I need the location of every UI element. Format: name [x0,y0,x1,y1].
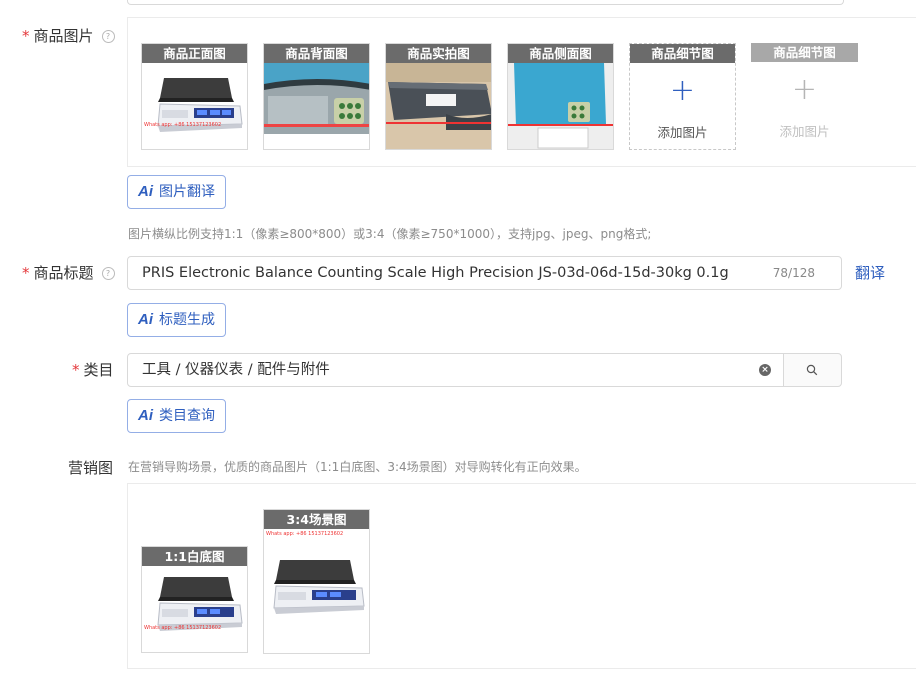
plus-icon: + [791,72,818,107]
thumb-caption: 商品细节图 [630,44,735,63]
image-translate-button[interactable]: Ai 图片翻译 [127,175,226,209]
marketing-images-hint: 在营销导购场景，优质的商品图片（1:1白底图、3:4场景图）对导购转化有正向效果… [128,460,587,474]
watermark: Whats app: +86 15137123602 [144,122,222,128]
required-mark: * [72,361,80,379]
marketing-image-portrait[interactable]: 3:4场景图 Whats app: +86 15137123602 [263,509,370,654]
thumb-caption: 商品正面图 [142,44,247,63]
translate-link[interactable]: 翻译 [855,262,885,283]
product-images-label: * 商品图片? [22,25,115,46]
clear-icon[interactable]: × [759,364,771,376]
title-char-counter: 78/128 [772,266,815,280]
title-generate-button[interactable]: Ai 标题生成 [127,303,226,337]
ai-icon: Ai [138,407,153,424]
marketing-images-label: 营销图 [68,459,114,477]
help-icon[interactable]: ? [101,267,115,280]
product-image-front[interactable]: 商品正面图 Whats app: +86 15137123602 [141,43,248,150]
category-input[interactable]: 工具 / 仪器仪表 / 配件与附件 × [127,353,787,387]
add-image-label: 添加图片 [779,124,830,139]
thumb-caption: 3:4场景图 [264,510,369,529]
ai-icon: Ai [138,311,153,328]
add-detail-image-slot[interactable]: 商品细节图 + 添加图片 [629,43,736,150]
plus-icon: + [669,73,696,108]
add-detail-image-slot-disabled: 商品细节图 + 添加图片 [751,43,858,150]
category-label: * 类目 [72,361,114,379]
required-mark: * [22,27,30,45]
previous-field-edge [127,0,844,5]
title-input-value: PRIS Electronic Balance Counting Scale H… [142,265,729,281]
thumb-caption: 商品细节图 [751,43,858,62]
required-mark: * [22,264,30,282]
help-icon[interactable]: ? [101,30,115,43]
ai-icon: Ai [138,183,153,200]
search-icon [806,364,818,376]
product-image-side[interactable]: 商品侧面图 [507,43,614,150]
add-image-label: 添加图片 [657,125,708,140]
image-requirements-hint: 图片横纵比例支持1:1（像素≥800*800）或3:4（像素≥750*1000）… [128,227,652,241]
thumb-caption: 商品侧面图 [508,44,613,63]
category-search-button[interactable] [783,353,842,387]
category-input-value: 工具 / 仪器仪表 / 配件与附件 [142,362,330,378]
marketing-image-square[interactable]: 1:1白底图 Whats app: +86 15137123602 [141,546,248,653]
title-label: * 商品标题? [22,262,115,283]
title-input[interactable]: PRIS Electronic Balance Counting Scale H… [127,256,842,290]
thumb-caption: 商品背面图 [264,44,369,63]
category-query-button[interactable]: Ai 类目查询 [127,399,226,433]
product-image-back[interactable]: 商品背面图 [263,43,370,150]
thumb-caption: 商品实拍图 [386,44,491,63]
watermark: Whats app: +86 15137123602 [144,625,222,631]
thumb-caption: 1:1白底图 [142,547,247,566]
product-image-real[interactable]: 商品实拍图 [385,43,492,150]
watermark: Whats app: +86 15137123602 [266,531,344,537]
